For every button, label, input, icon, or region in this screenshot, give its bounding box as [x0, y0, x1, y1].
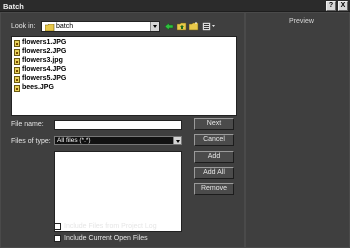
look-in-dropdown[interactable]: batch	[41, 21, 160, 32]
image-file-icon	[14, 49, 20, 56]
include-open-files-checkbox[interactable]	[54, 235, 61, 242]
selected-files-list[interactable]	[54, 151, 182, 232]
chevron-down-icon[interactable]	[173, 137, 181, 144]
preview-label: Preview	[289, 18, 314, 25]
back-icon[interactable]	[164, 22, 174, 31]
folder-icon	[45, 24, 55, 31]
new-folder-icon[interactable]	[189, 22, 199, 31]
look-in-value: batch	[56, 23, 74, 30]
files-of-type-value: All files (*.*)	[57, 137, 91, 144]
files-of-type-label: Files of type:	[11, 138, 51, 145]
file-browser-pane: Look in: batch flowers1.JPG flowers2.JPG	[1, 13, 244, 247]
view-menu-icon[interactable]	[202, 22, 216, 31]
image-file-icon	[14, 58, 20, 65]
include-open-files-label: Include Current Open Files	[64, 235, 148, 242]
help-button[interactable]: ?	[326, 1, 336, 11]
files-of-type-dropdown[interactable]: All files (*.*)	[54, 136, 182, 145]
include-project-log-label: Include Files from Project Log	[64, 223, 157, 230]
remove-button[interactable]: Remove	[194, 183, 234, 195]
image-file-icon	[14, 76, 20, 83]
add-button[interactable]: Add	[194, 151, 234, 163]
image-file-icon	[14, 85, 20, 92]
image-file-icon	[14, 67, 20, 74]
file-list[interactable]: flowers1.JPG flowers2.JPG flowers3.jpg f…	[11, 36, 237, 116]
next-button[interactable]: Next	[194, 118, 234, 130]
image-file-icon	[14, 40, 20, 47]
include-project-log-checkbox[interactable]	[54, 223, 61, 230]
up-folder-icon[interactable]	[177, 22, 187, 31]
title-bar: Batch ? X	[0, 0, 350, 12]
chevron-down-icon[interactable]	[150, 22, 159, 31]
file-name-input[interactable]	[54, 120, 182, 130]
cancel-button[interactable]: Cancel	[194, 134, 234, 146]
add-all-button[interactable]: Add All	[194, 167, 234, 179]
file-name-label: File name:	[11, 121, 44, 128]
window-title: Batch	[3, 2, 24, 11]
close-button[interactable]: X	[338, 1, 348, 11]
preview-pane: Preview	[246, 13, 349, 247]
look-in-label: Look in:	[11, 23, 36, 30]
